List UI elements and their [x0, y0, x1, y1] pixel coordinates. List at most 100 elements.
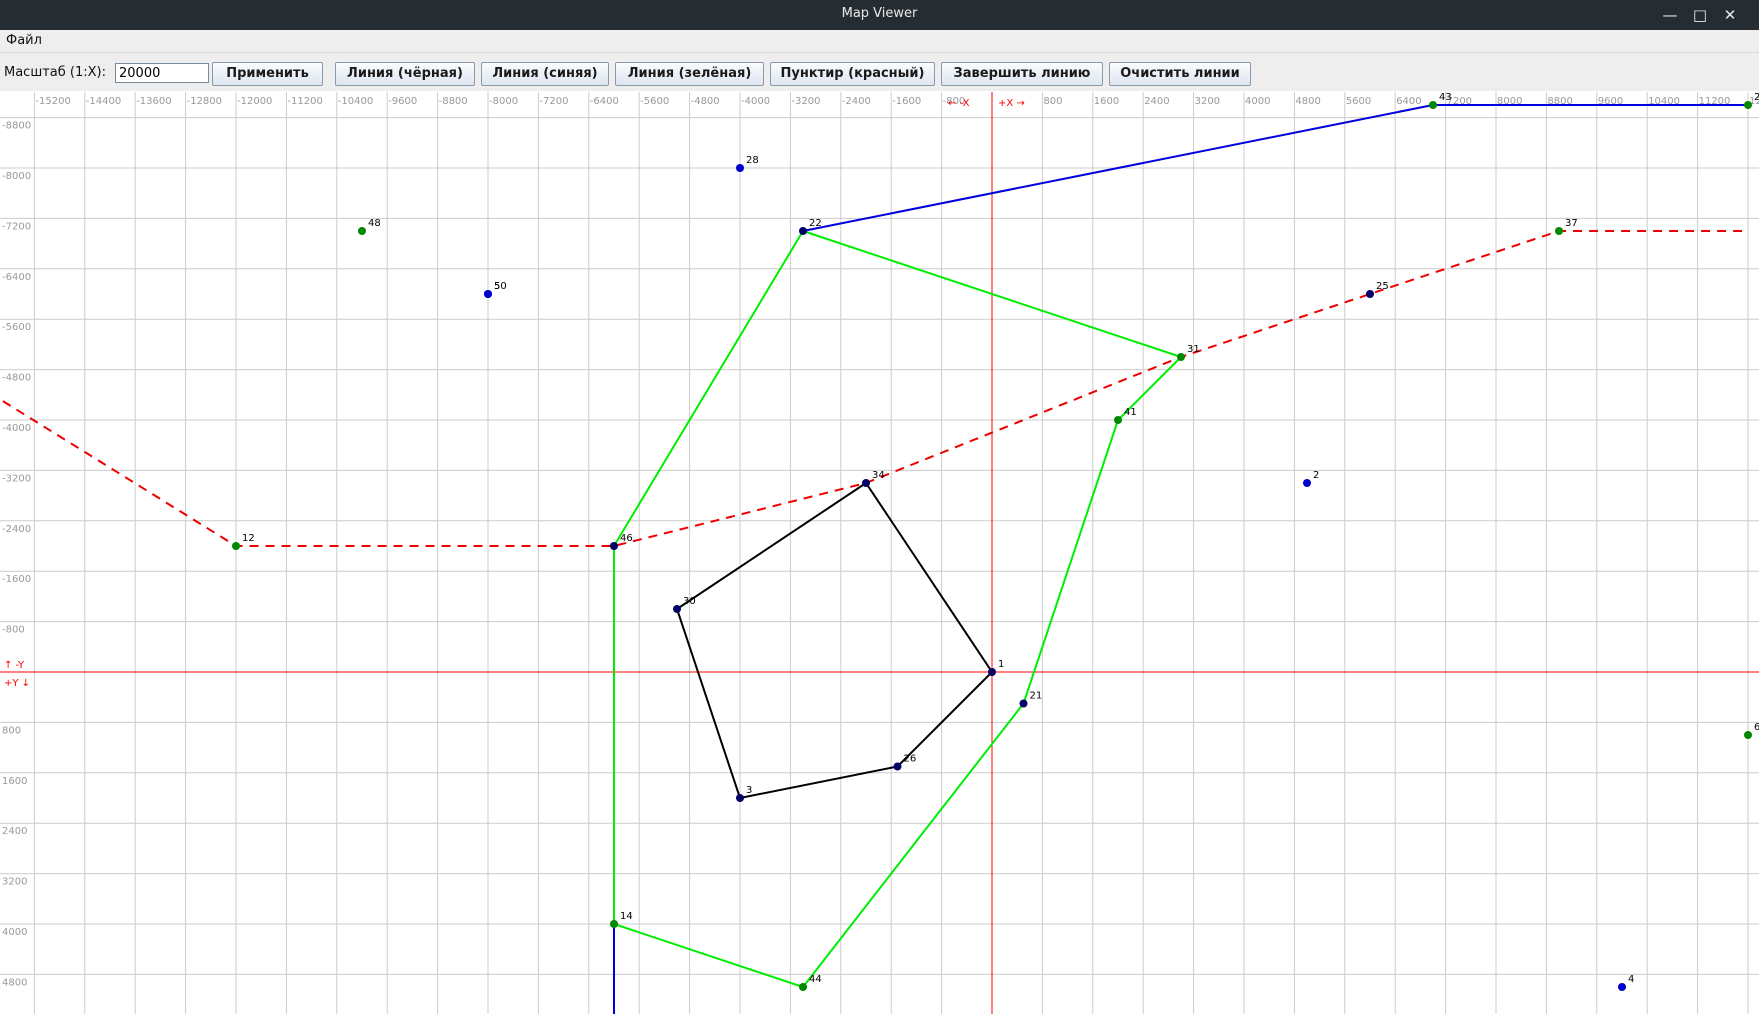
map-point-31[interactable] [1177, 353, 1185, 361]
map-point-30[interactable] [673, 605, 681, 613]
x-tick-label: -12800 [187, 96, 222, 107]
map-point-43[interactable] [1429, 101, 1437, 109]
x-tick-label: 1600 [1094, 96, 1119, 107]
y-tick-label: -1600 [2, 574, 31, 585]
toolbar: Масштаб (1:X): Применить Линия (чёрная) … [0, 53, 1759, 91]
line-black-button[interactable]: Линия (чёрная) [335, 62, 475, 86]
map-point-22[interactable] [799, 227, 807, 235]
map-point-label: 12 [242, 533, 255, 544]
x-tick-label: -3200 [791, 96, 820, 107]
maximize-icon[interactable]: □ [1688, 4, 1712, 26]
map-point-34[interactable] [862, 479, 870, 487]
map-point-label: 44 [809, 974, 822, 985]
map-point-2[interactable] [1744, 101, 1752, 109]
apply-button[interactable]: Применить [212, 62, 323, 86]
map-point-48[interactable] [358, 227, 366, 235]
map-point-4[interactable] [1618, 983, 1626, 991]
x-tick-label: -12000 [237, 96, 272, 107]
y-tick-label: 4000 [2, 927, 27, 938]
map-point-28[interactable] [736, 164, 744, 172]
y-tick-label: 4800 [2, 977, 27, 988]
map-point-label: 30 [683, 596, 696, 607]
close-icon[interactable]: ✕ [1718, 4, 1742, 26]
x-tick-label: -2400 [842, 96, 871, 107]
x-tick-label: 5600 [1346, 96, 1371, 107]
map-point-26[interactable] [893, 762, 902, 771]
y-tick-label: 3200 [2, 877, 27, 888]
map-point-label: 28 [746, 155, 759, 166]
scale-input[interactable] [115, 63, 209, 83]
y-tick-label: -4000 [2, 423, 31, 434]
clear-lines-button[interactable]: Очистить линии [1109, 62, 1251, 86]
x-tick-label: -15200 [35, 96, 70, 107]
map-point-25[interactable] [1366, 290, 1374, 298]
axis-label-pos-y: +Y ↓ [4, 678, 30, 689]
window-title: Map Viewer [841, 6, 918, 21]
map-canvas[interactable]: -15200 -14400 -13600 -12800 -12000 -11200 -104… [0, 92, 1759, 1014]
line-blue-button[interactable]: Линия (синяя) [481, 62, 609, 86]
x-tick-label: -14400 [86, 96, 121, 107]
map-point-5[interactable] [484, 290, 492, 298]
map-point-label: 2 [1754, 92, 1759, 103]
minimize-icon[interactable]: — [1658, 4, 1682, 26]
map-point-37[interactable] [1555, 227, 1563, 235]
x-tick-label: 6400 [1396, 96, 1421, 107]
map-point-label: 14 [620, 911, 633, 922]
map-svg[interactable]: -15200 -14400 -13600 -12800 -12000 -11200 -104… [0, 92, 1759, 1014]
x-tick-label: 4800 [1295, 96, 1320, 107]
window-titlebar: Map Viewer — □ ✕ [0, 0, 1759, 30]
map-point-44[interactable] [799, 983, 807, 991]
x-tick-label: -8800 [439, 96, 468, 107]
map-point-2[interactable] [1303, 479, 1311, 487]
line-green-button[interactable]: Линия (зелёная) [615, 62, 764, 86]
y-tick-label: 800 [2, 725, 21, 736]
map-point-21[interactable] [1019, 699, 1028, 708]
y-tick-label: -3200 [2, 473, 31, 484]
axis-label-pos-x: +X → [998, 98, 1025, 109]
y-tick-label: 1600 [2, 776, 27, 787]
map-point-label: 31 [1187, 344, 1200, 355]
x-tick-label: -7200 [539, 96, 568, 107]
x-tick-label: -9600 [388, 96, 417, 107]
y-tick-label: 2400 [2, 826, 27, 837]
map-point-label: 1 [998, 659, 1004, 670]
map-point-label: 4 [1628, 974, 1634, 985]
x-tick-label: -4000 [741, 96, 770, 107]
map-point-label: 22 [809, 218, 822, 229]
map-point-label: 2 [1313, 470, 1319, 481]
map-point-6[interactable] [1744, 731, 1752, 739]
map-point-label: 43 [1439, 92, 1452, 103]
map-point-14[interactable] [610, 920, 618, 928]
x-tick-label: -6400 [590, 96, 619, 107]
y-tick-label: -8800 [2, 121, 31, 132]
x-tick-label: 4000 [1245, 96, 1270, 107]
map-point-label: 25 [1376, 281, 1389, 292]
x-tick-label: -11200 [287, 96, 322, 107]
y-tick-label: -800 [2, 625, 25, 636]
y-tick-label: -4800 [2, 373, 31, 384]
x-tick-label: -10400 [338, 96, 373, 107]
x-tick-label: -1600 [892, 96, 921, 107]
x-tick-label: 2400 [1144, 96, 1169, 107]
map-point-41[interactable] [1114, 416, 1122, 424]
map-point-label: 21 [1030, 691, 1043, 702]
finish-line-button[interactable]: Завершить линию [941, 62, 1103, 86]
y-tick-label: -8000 [2, 171, 31, 182]
map-point-label: 41 [1124, 407, 1137, 418]
y-tick-label: -7200 [2, 221, 31, 232]
map-point-1[interactable] [988, 668, 996, 676]
x-tick-label: -5600 [640, 96, 669, 107]
dash-red-button[interactable]: Пунктир (красный) [770, 62, 935, 86]
x-tick-label: -8000 [489, 96, 518, 107]
menu-file[interactable]: Файл [6, 33, 42, 48]
scale-label: Масштаб (1:X): [4, 65, 106, 80]
x-tick-label: 800 [1043, 96, 1062, 107]
map-point-label: 46 [620, 533, 633, 544]
map-point-label: 3 [746, 785, 752, 796]
map-point-46[interactable] [610, 542, 618, 550]
axis-label-neg-y: ↑ -Y [4, 660, 25, 671]
map-point-12[interactable] [232, 542, 240, 550]
map-point-label: 34 [872, 470, 885, 481]
map-point-3[interactable] [736, 794, 744, 802]
map-line-black-0[interactable] [676, 482, 993, 799]
